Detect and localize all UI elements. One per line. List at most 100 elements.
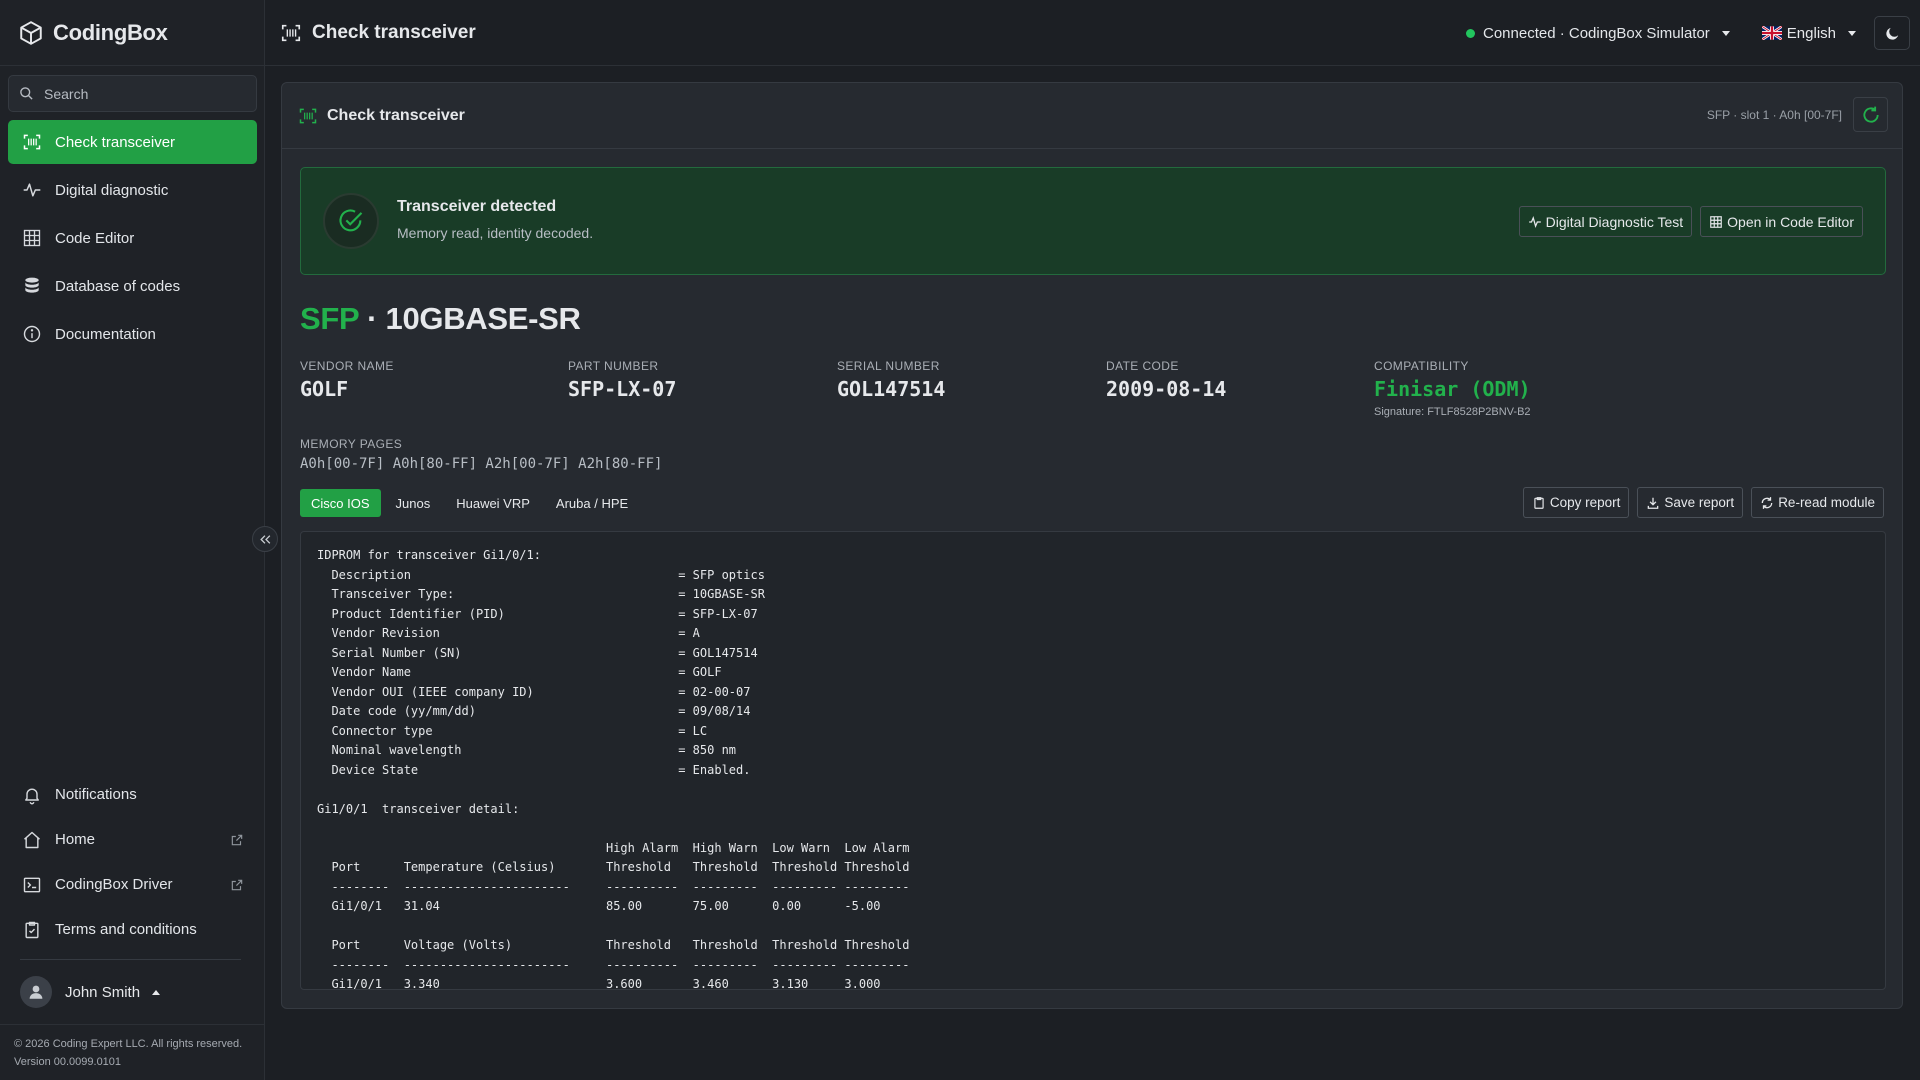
tab-cisco-ios[interactable]: Cisco IOS — [300, 489, 381, 517]
sidebar-item-label: Documentation — [55, 325, 156, 343]
signature-text: Signature: FTLF8528P2BNV-B2 — [1374, 406, 1531, 418]
sidebar-item-codingbox-driver[interactable]: CodingBox Driver — [8, 862, 257, 907]
field-value: Finisar (ODM) — [1374, 377, 1531, 401]
field-label: COMPATIBILITY — [1374, 359, 1469, 373]
alert-subtitle: Memory read, identity decoded. — [397, 225, 594, 241]
barcode-scan-icon — [299, 108, 317, 123]
date-code-field: DATE CODE 2009-08-14 — [1106, 359, 1226, 401]
search-box[interactable] — [8, 75, 257, 112]
search-input[interactable] — [44, 85, 244, 102]
cube-logo-icon — [20, 20, 42, 45]
check-transceiver-panel: Check transceiver SFP · slot 1 · A0h [00… — [281, 82, 1903, 1009]
collapse-sidebar-button[interactable] — [252, 526, 278, 552]
report-text: IDPROM for transceiver Gi1/0/1: Descript… — [317, 548, 910, 990]
copy-report-button[interactable]: Copy report — [1522, 487, 1630, 518]
grid-icon — [23, 229, 41, 247]
top-bar: Check transceiver Connected · CodingBox … — [265, 0, 1920, 66]
alert-actions: Digital Diagnostic Test Open in Code Edi… — [1518, 206, 1863, 237]
sidebar-item-label: Check transceiver — [55, 133, 176, 151]
field-value: SFP-LX-07 — [568, 377, 677, 401]
sidebar-item-digital-diagnostic[interactable]: Digital diagnostic — [8, 168, 257, 212]
database-icon — [25, 277, 39, 293]
sidebar-footer: © 2026 Coding Expert LLC. All rights res… — [0, 1024, 265, 1080]
sidebar-item-label: CodingBox Driver — [55, 876, 173, 893]
clipboard-icon — [1534, 496, 1544, 509]
home-icon — [24, 831, 40, 848]
connection-dropdown[interactable]: Connected · CodingBox Simulator — [1466, 25, 1730, 42]
field-label: PART NUMBER — [568, 359, 659, 373]
barcode-scan-icon — [23, 134, 41, 150]
user-menu[interactable]: John Smith — [20, 975, 161, 1009]
brand-name: CodingBox — [53, 19, 168, 45]
user-icon — [29, 985, 43, 999]
sidebar-item-home[interactable]: Home — [8, 817, 257, 862]
transceiver-detected-alert: Transceiver detected Memory read, identi… — [300, 167, 1886, 275]
memory-pages-value: A0h[00-7F] A0h[80-FF] A2h[00-7F] A2h[80-… — [300, 456, 663, 472]
top-right-controls: Connected · CodingBox Simulator English — [1466, 15, 1910, 51]
sidebar-item-check-transceiver[interactable]: Check transceiver — [8, 120, 257, 164]
alert-title: Transceiver detected — [397, 198, 557, 215]
copyright-text: © 2026 Coding Expert LLC. All rights res… — [14, 1038, 243, 1050]
field-value: 2009-08-14 — [1106, 377, 1227, 401]
vendor-name-field: VENDOR NAME GOLF — [300, 359, 394, 401]
tab-huawei-vrp[interactable]: Huawei VRP — [445, 489, 541, 517]
button-label: Open in Code Editor — [1727, 213, 1854, 230]
language-label: English — [1786, 24, 1836, 42]
sidebar-item-database[interactable]: Database of codes — [8, 264, 257, 308]
pulse-icon — [23, 183, 41, 197]
theme-toggle-button[interactable] — [1874, 16, 1910, 50]
search-icon — [20, 87, 33, 100]
sidebar-item-label: Terms and conditions — [55, 921, 197, 938]
info-icon — [23, 325, 41, 343]
refresh-icon — [1862, 106, 1879, 123]
download-icon — [1648, 497, 1659, 509]
caret-up-icon — [152, 989, 161, 995]
report-output[interactable]: IDPROM for transceiver Gi1/0/1: Descript… — [300, 531, 1886, 990]
digital-diagnostic-test-button[interactable]: Digital Diagnostic Test — [1518, 206, 1693, 237]
module-type: SFP — [300, 301, 359, 336]
save-report-button[interactable]: Save report — [1637, 487, 1744, 518]
field-label: DATE CODE — [1106, 359, 1179, 373]
vendor-format-tabs: Cisco IOS Junos Huawei VRP Aruba / HPE — [300, 489, 643, 517]
report-actions: Copy report Save report Re-read module — [1522, 487, 1884, 518]
field-label: SERIAL NUMBER — [837, 359, 940, 373]
version-text: Version 00.0099.0101 — [14, 1056, 122, 1068]
sidebar-item-documentation[interactable]: Documentation — [8, 312, 257, 356]
button-label: Re-read module — [1778, 495, 1875, 510]
field-value: GOL147514 — [837, 377, 946, 401]
language-dropdown[interactable]: English — [1761, 24, 1856, 42]
memory-pages: MEMORY PAGES A0h[00-7F] A0h[80-FF] A2h[0… — [300, 437, 662, 472]
refresh-button[interactable] — [1853, 97, 1888, 132]
panel-header: Check transceiver SFP · slot 1 · A0h [00… — [282, 83, 1902, 149]
sidebar-item-label: Notifications — [55, 786, 137, 803]
identity-fields: VENDOR NAME GOLF PART NUMBER SFP-LX-07 S… — [300, 359, 1700, 429]
field-label: MEMORY PAGES — [300, 437, 403, 451]
brand[interactable]: CodingBox — [0, 0, 264, 66]
tab-junos[interactable]: Junos — [385, 489, 442, 517]
re-read-module-button[interactable]: Re-read module — [1751, 487, 1884, 518]
module-heading: SFP · 10GBASE-SR — [300, 301, 581, 337]
bell-icon — [25, 788, 39, 804]
button-label: Digital Diagnostic Test — [1545, 213, 1684, 230]
bottom-nav: Notifications Home CodingBox Driver Term… — [8, 772, 257, 952]
divider — [20, 959, 241, 960]
open-in-code-editor-button[interactable]: Open in Code Editor — [1700, 206, 1863, 237]
sidebar-item-notifications[interactable]: Notifications — [8, 772, 257, 817]
barcode-scan-icon — [281, 24, 301, 41]
tab-aruba-hpe[interactable]: Aruba / HPE — [545, 489, 639, 517]
button-label: Copy report — [1549, 495, 1621, 510]
clipboard-check-icon — [25, 921, 39, 938]
sidebar-item-code-editor[interactable]: Code Editor — [8, 216, 257, 260]
success-icon-wrapper — [323, 193, 379, 249]
connection-status-dot — [1466, 28, 1475, 38]
chevron-down-icon — [1721, 30, 1730, 36]
sidebar-item-terms[interactable]: Terms and conditions — [8, 907, 257, 952]
sidebar-item-label: Home — [55, 831, 96, 848]
serial-number-field: SERIAL NUMBER GOL147514 — [837, 359, 945, 401]
uk-flag-icon — [1761, 26, 1782, 40]
external-link-icon — [231, 879, 243, 890]
chevron-down-icon — [1848, 30, 1856, 36]
field-label: VENDOR NAME — [300, 359, 394, 373]
refresh-icon — [1761, 496, 1773, 509]
external-link-icon — [231, 834, 243, 845]
